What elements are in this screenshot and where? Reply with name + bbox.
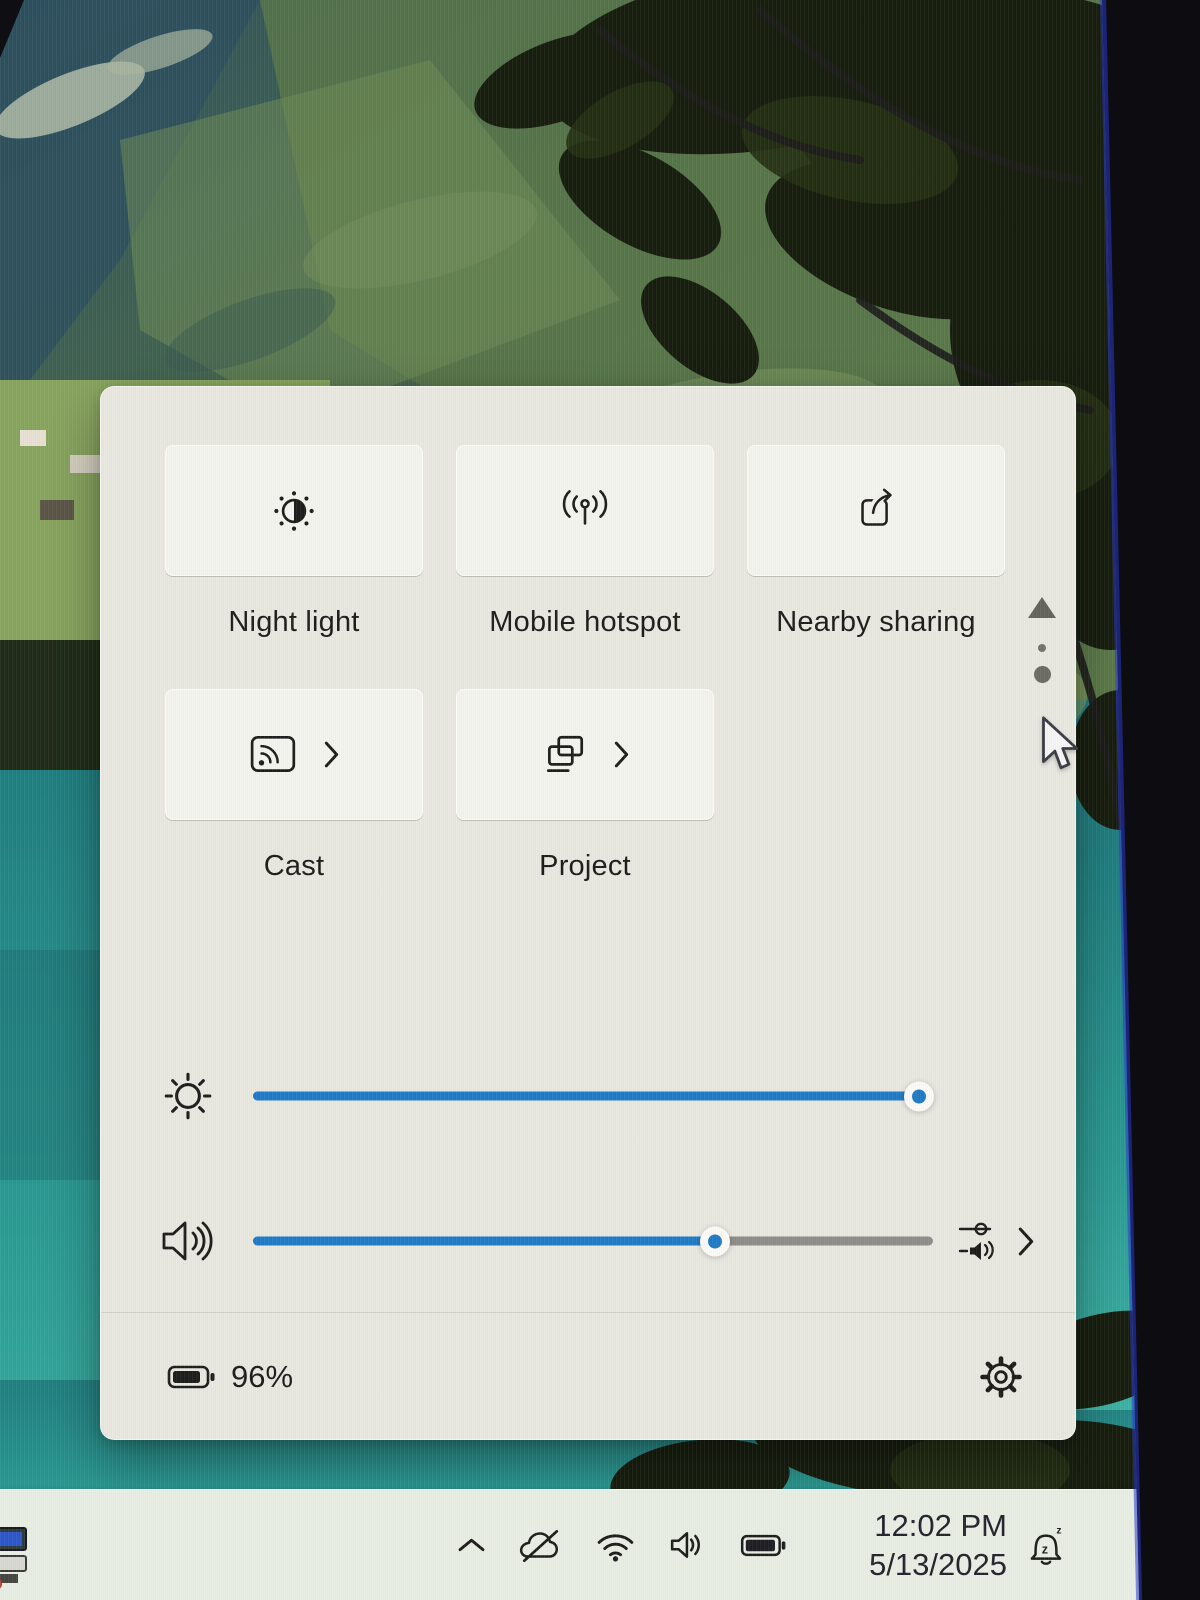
volume-icon	[159, 1216, 221, 1266]
project-icon	[541, 734, 589, 776]
cast-icon	[249, 734, 299, 776]
quick-settings-panel: Night light	[100, 386, 1076, 1440]
mobile-hotspot-icon	[554, 488, 616, 534]
mobile-hotspot-tile[interactable]	[456, 445, 714, 576]
cast-tile[interactable]	[165, 689, 423, 820]
onedrive-paused-icon[interactable]	[518, 1526, 562, 1564]
mobile-hotspot-label: Mobile hotspot	[489, 606, 680, 639]
svg-text:z: z	[1056, 1526, 1061, 1537]
clock-date: 5/13/2025	[842, 1545, 1007, 1584]
scroll-up-arrow[interactable]	[1028, 597, 1056, 618]
project-expand-chevron-icon[interactable]	[613, 740, 630, 769]
volume-slider-fill	[253, 1237, 715, 1246]
volume-slider[interactable]	[253, 1237, 933, 1246]
audio-output-chevron-icon	[1017, 1225, 1036, 1258]
panel-footer: 96%	[101, 1313, 1075, 1440]
page-dot-inactive	[1038, 644, 1046, 652]
night-light-label: Night light	[228, 606, 359, 639]
clock-time: 12:02 PM	[842, 1506, 1007, 1545]
taskbar: 12:02 PM 5/13/2025 z z	[0, 1489, 1145, 1600]
night-light-icon	[266, 483, 322, 539]
svg-text:z: z	[1042, 1542, 1048, 1556]
brightness-icon	[159, 1067, 217, 1125]
battery-icon	[167, 1362, 217, 1392]
battery-percent: 96%	[231, 1359, 293, 1395]
page-indicator	[1027, 597, 1057, 683]
brightness-slider[interactable]	[253, 1092, 933, 1101]
brightness-row	[101, 1064, 1075, 1128]
wifi-icon[interactable]	[595, 1529, 636, 1562]
volume-row	[101, 1209, 1075, 1273]
system-tray	[458, 1490, 786, 1600]
volume-slider-thumb[interactable]	[700, 1226, 730, 1256]
night-light-tile[interactable]	[165, 445, 423, 576]
taskbar-clock[interactable]: 12:02 PM 5/13/2025	[842, 1506, 1007, 1584]
tray-volume-icon[interactable]	[669, 1529, 707, 1561]
quick-actions-grid: Night light	[165, 445, 1005, 883]
brightness-slider-fill	[253, 1092, 919, 1101]
project-label: Project	[539, 850, 631, 883]
battery-status[interactable]: 96%	[167, 1359, 293, 1395]
audio-output-selector[interactable]	[957, 1220, 1036, 1262]
audio-mixer-icon	[957, 1220, 1001, 1262]
project-tile[interactable]	[456, 689, 714, 820]
partial-desktop-icon[interactable]	[0, 1526, 36, 1598]
nearby-sharing-icon	[850, 485, 902, 537]
settings-gear-icon[interactable]	[979, 1355, 1023, 1399]
page-dot-active	[1034, 666, 1051, 683]
cast-expand-chevron-icon[interactable]	[323, 740, 340, 769]
nearby-sharing-tile[interactable]	[747, 445, 1005, 576]
brightness-slider-thumb[interactable]	[904, 1081, 934, 1111]
desktop-screen: Night light	[0, 0, 1145, 1600]
tray-overflow-chevron-icon[interactable]	[458, 1538, 485, 1553]
photographed-monitor: Night light	[0, 0, 1200, 1600]
nearby-sharing-label: Nearby sharing	[776, 606, 975, 639]
do-not-disturb-bell-icon[interactable]: z z	[1022, 1523, 1070, 1567]
cast-label: Cast	[264, 850, 324, 883]
tray-battery-icon[interactable]	[740, 1533, 786, 1558]
